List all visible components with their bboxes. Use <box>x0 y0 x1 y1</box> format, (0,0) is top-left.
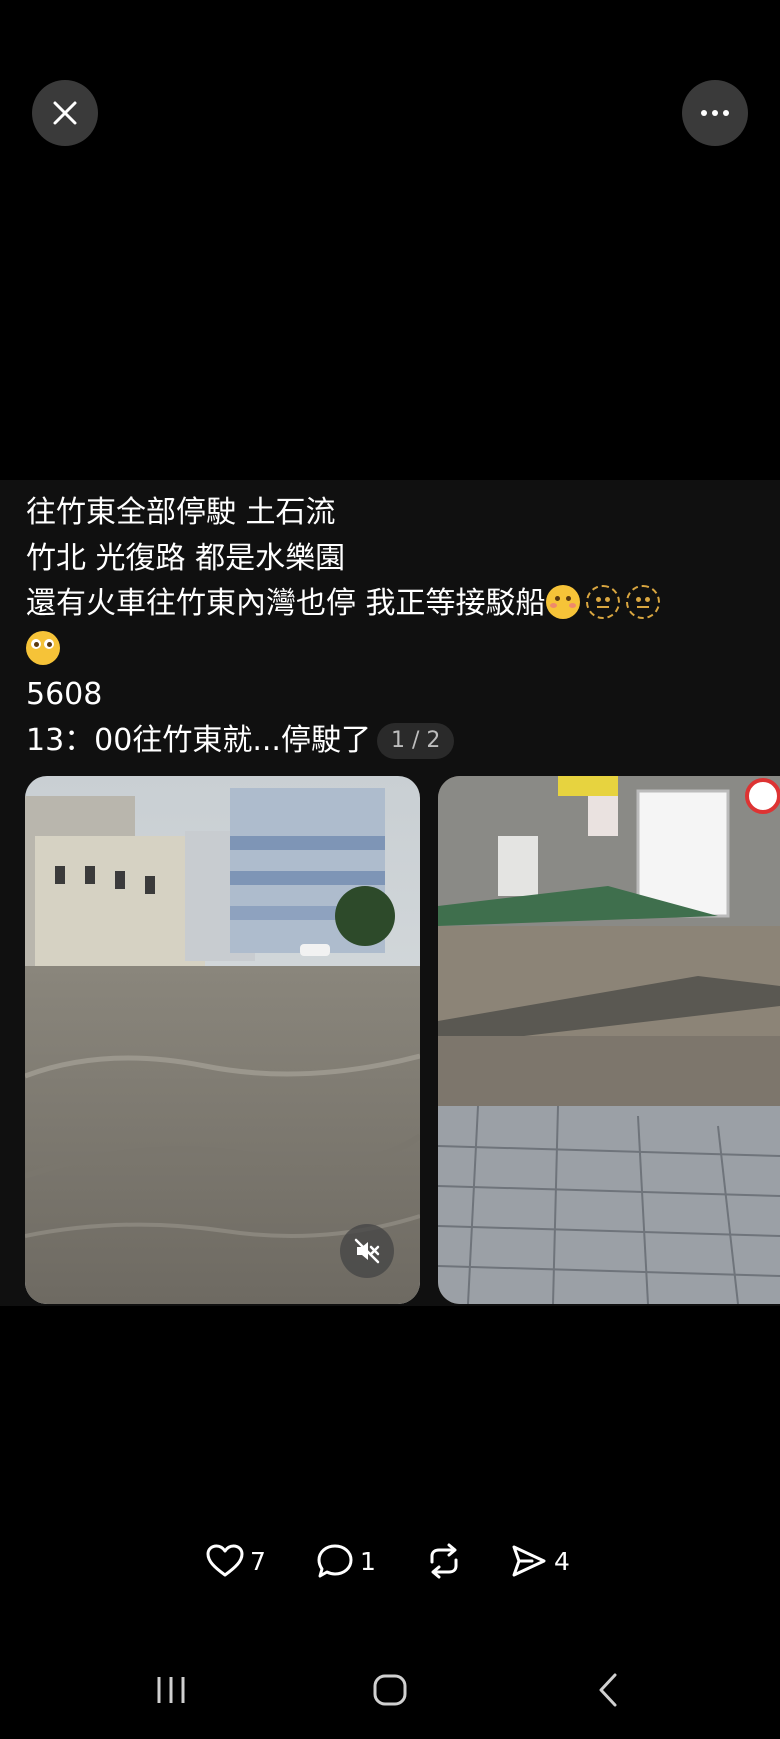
share-count: 4 <box>554 1546 570 1576</box>
post-line-3: 還有火車往竹東內灣也停 我正等接駁船 <box>26 581 756 627</box>
close-button[interactable] <box>32 80 98 146</box>
woozy-face-emoji <box>545 585 580 619</box>
home-button[interactable] <box>360 1660 420 1720</box>
close-icon <box>53 101 77 125</box>
post-line-text: 還有火車往竹東內灣也停 我正等接駁船 <box>26 586 546 621</box>
more-options-button[interactable] <box>682 80 748 146</box>
like-button[interactable]: 7 <box>206 1536 266 1586</box>
media-video-1[interactable] <box>25 776 420 1304</box>
flushed-face-emoji <box>26 630 60 665</box>
system-navigation-bar <box>0 1660 780 1720</box>
comment-icon <box>317 1544 353 1578</box>
recent-apps-icon <box>157 1677 185 1703</box>
post-text: 往竹東全部停駛 土石流 竹北 光復路 都是水樂園 還有火車往竹東內灣也停 我正等… <box>26 490 756 763</box>
post-line: 往竹東全部停駛 土石流 <box>26 495 336 530</box>
muted-speaker-icon <box>354 1238 380 1264</box>
post-line: 竹北 光復路 都是水樂園 <box>26 540 346 576</box>
comment-button[interactable]: 1 <box>316 1536 376 1586</box>
dotted-face-emoji <box>585 585 620 619</box>
post-line: 5608 <box>26 677 103 712</box>
mute-toggle-button[interactable] <box>340 1224 394 1278</box>
page-indicator: 1 / 2 <box>376 722 455 759</box>
share-button[interactable]: 4 <box>510 1536 570 1586</box>
post-line-4 <box>26 627 756 673</box>
repost-button[interactable] <box>424 1536 464 1586</box>
like-count: 7 <box>250 1546 266 1576</box>
heart-icon <box>206 1544 244 1577</box>
send-icon <box>512 1545 546 1577</box>
post-line-6: 13：00往竹東就...停駛了 1 / 2 <box>26 718 756 764</box>
media-image-2[interactable] <box>438 776 780 1304</box>
post-actions: 7 1 4 <box>0 1536 780 1586</box>
repost-icon <box>430 1543 458 1579</box>
post-card: 往竹東全部停駛 土石流 竹北 光復路 都是水樂園 還有火車往竹東內灣也停 我正等… <box>0 480 780 1306</box>
back-button[interactable] <box>578 1660 638 1720</box>
home-icon <box>373 1674 407 1706</box>
dotted-face-emoji <box>625 585 660 619</box>
back-icon <box>599 1673 617 1707</box>
post-line-text: 13：00往竹東就...停駛了 <box>26 722 371 758</box>
more-horizontal-icon <box>701 110 729 116</box>
recent-apps-button[interactable] <box>141 1660 201 1720</box>
comment-count: 1 <box>360 1546 376 1576</box>
flooded-sidewalk-photo <box>438 776 780 1304</box>
